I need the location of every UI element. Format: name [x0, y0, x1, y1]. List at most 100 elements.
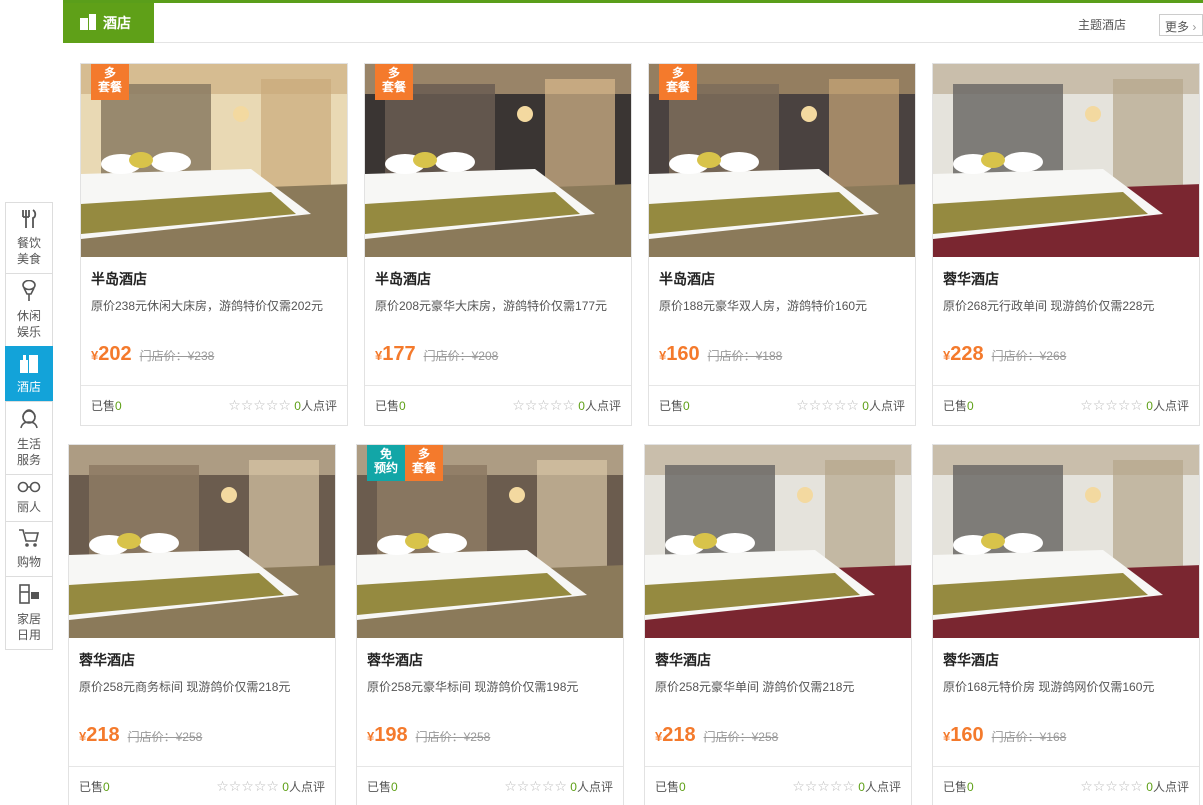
currency-symbol: ¥ [659, 348, 667, 363]
deal-description: 原价208元豪华大床房，游鸽特价仅需177元 [375, 299, 608, 313]
hotel-name[interactable]: 蓉华酒店 [79, 650, 335, 668]
hotel-building-icon [79, 13, 97, 33]
hotel-name[interactable]: 蓉华酒店 [367, 650, 623, 668]
room-photo[interactable] [933, 445, 1199, 638]
hotel-name[interactable]: 蓉华酒店 [655, 650, 911, 668]
sidenav-item-label: 购物 [16, 555, 41, 569]
deal-description: 原价258元商务标间 现游鸽价仅需218元 [79, 680, 291, 694]
deal-price: 218 [86, 724, 120, 746]
deal-price: 228 [950, 343, 984, 365]
deal-badge: 免 预约 [367, 445, 405, 481]
microphone-icon [20, 279, 38, 308]
sold-count: 已售0 [91, 397, 122, 414]
rating-count: 0 [578, 399, 585, 413]
chevron-right-icon: › [1192, 20, 1197, 34]
sidenav-item-6[interactable]: 家居日用 [5, 576, 53, 650]
room-photo[interactable]: 多 套餐 [649, 64, 915, 257]
currency-symbol: ¥ [655, 729, 663, 744]
price-row: ¥ 228 门店价：¥268 [943, 343, 1199, 385]
more-button[interactable]: 更多 › [1159, 14, 1203, 36]
currency-symbol: ¥ [943, 348, 951, 363]
original-price: 门店价：¥268 [991, 349, 1067, 363]
deal-price: 198 [374, 724, 408, 746]
price-row: ¥ 218 门店价：¥258 [655, 724, 911, 766]
hotel-deal-card[interactable]: 多 套餐 半岛酒店 原价188元豪华双人房，游鸽特价160元 ¥ 160 门店价… [648, 63, 916, 426]
price-row: ¥ 202 门店价：¥238 [91, 343, 347, 385]
sidenav-item-3[interactable]: 生活服务 [5, 401, 53, 474]
sold-label: 已售 [943, 399, 968, 413]
card-footer: 已售0 ☆☆☆☆☆ 0人点评 [933, 385, 1199, 425]
hotel-deal-card[interactable]: 蓉华酒店 原价268元行政单间 现游鸽价仅需228元 ¥ 228 门店价：¥26… [932, 63, 1200, 426]
deal-description: 原价168元特价房 现游鸽网价仅需160元 [943, 680, 1155, 694]
rating-count: 0 [1146, 399, 1153, 413]
sold-number: 0 [399, 399, 406, 413]
hotel-name[interactable]: 半岛酒店 [659, 269, 915, 287]
sold-label: 已售 [943, 780, 968, 794]
currency-symbol: ¥ [367, 729, 375, 744]
sold-count: 已售0 [659, 397, 690, 414]
deal-price: 218 [662, 724, 696, 746]
hotel-deal-card[interactable]: 蓉华酒店 原价168元特价房 现游鸽网价仅需160元 ¥ 160 门店价：¥16… [932, 444, 1200, 805]
sold-label: 已售 [79, 780, 104, 794]
hotel-name[interactable]: 蓉华酒店 [943, 269, 1199, 287]
sold-number: 0 [967, 780, 974, 794]
sidenav-item-4[interactable]: 丽人 [5, 474, 53, 521]
rating-suffix: 人点评 [868, 399, 905, 413]
sold-number: 0 [115, 399, 122, 413]
hotel-deal-card[interactable]: 多 套餐 半岛酒店 原价238元休闲大床房，游鸽特价仅需202元 ¥ 202 门… [80, 63, 348, 426]
original-price: 门店价：¥258 [415, 730, 491, 744]
price-row: ¥ 198 门店价：¥258 [367, 724, 623, 766]
room-photo[interactable] [69, 445, 335, 638]
sold-label: 已售 [91, 399, 116, 413]
rating-suffix: 人点评 [1152, 780, 1189, 794]
sidenav-item-2[interactable]: 酒店 [5, 346, 53, 401]
hotel-name[interactable]: 半岛酒店 [375, 269, 631, 287]
card-footer: 已售0 ☆☆☆☆☆ 0人点评 [81, 385, 347, 425]
card-footer: 已售0 ☆☆☆☆☆ 0人点评 [649, 385, 915, 425]
sidenav-item-0[interactable]: 餐饮美食 [5, 202, 53, 273]
original-price: 门店价：¥168 [991, 730, 1067, 744]
rating-count: 0 [862, 399, 869, 413]
sold-label: 已售 [367, 780, 392, 794]
hotel-name[interactable]: 半岛酒店 [91, 269, 347, 287]
sold-number: 0 [683, 399, 690, 413]
hotel-deal-card[interactable]: 蓉华酒店 原价258元商务标间 现游鸽价仅需218元 ¥ 218 门店价：¥25… [68, 444, 336, 805]
hotel-deal-card[interactable]: 多 套餐 半岛酒店 原价208元豪华大床房，游鸽特价仅需177元 ¥ 177 门… [364, 63, 632, 426]
deal-description: 原价268元行政单间 现游鸽价仅需228元 [943, 299, 1155, 313]
price-row: ¥ 160 门店价：¥188 [659, 343, 915, 385]
hotel-deal-card[interactable]: 免 预约多 套餐 蓉华酒店 原价258元豪华标间 现游鸽价仅需198元 ¥ 19… [356, 444, 624, 805]
star-rating-icon: ☆☆☆☆☆ [504, 778, 567, 794]
card-footer: 已售0 ☆☆☆☆☆ 0人点评 [69, 766, 335, 805]
sidenav-item-label: 丽人 [16, 500, 41, 514]
hotel-name[interactable]: 蓉华酒店 [943, 650, 1199, 668]
sidenav-item-5[interactable]: 购物 [5, 521, 53, 576]
category-sidenav: 餐饮美食 休闲娱乐 酒店 生活服务丽人购物家居日用 [5, 202, 53, 650]
room-photo[interactable]: 免 预约多 套餐 [357, 445, 623, 638]
room-photo[interactable]: 多 套餐 [365, 64, 631, 257]
glasses-icon [17, 481, 41, 499]
rating-count: 0 [858, 780, 865, 794]
card-footer: 已售0 ☆☆☆☆☆ 0人点评 [357, 766, 623, 805]
rating-suffix: 人点评 [1152, 399, 1189, 413]
currency-symbol: ¥ [375, 348, 383, 363]
theme-hotel-link[interactable]: 主题酒店 [1078, 16, 1126, 33]
rating-suffix: 人点评 [576, 780, 613, 794]
rating: ☆☆☆☆☆ 0人点评 [512, 397, 621, 414]
deal-description: 原价188元豪华双人房，游鸽特价160元 [659, 299, 868, 313]
sidenav-item-1[interactable]: 休闲娱乐 [5, 273, 53, 346]
sold-count: 已售0 [367, 778, 398, 795]
badge-group: 免 预约多 套餐 [367, 445, 443, 481]
deal-badge: 多 套餐 [91, 64, 129, 100]
rating-suffix: 人点评 [288, 780, 325, 794]
price-row: ¥ 218 门店价：¥258 [79, 724, 335, 766]
room-photo[interactable]: 多 套餐 [81, 64, 347, 257]
hotel-deal-card[interactable]: 蓉华酒店 原价258元豪华单间 游鸽价仅需218元 ¥ 218 门店价：¥258… [644, 444, 912, 805]
hotel-section-tab[interactable]: 酒店 [63, 3, 154, 43]
price-row: ¥ 160 门店价：¥168 [943, 724, 1199, 766]
room-photo[interactable] [933, 64, 1199, 257]
hotel-building-icon [18, 353, 40, 379]
rating-count: 0 [1146, 780, 1153, 794]
badge-group: 多 套餐 [91, 64, 129, 100]
currency-symbol: ¥ [79, 729, 87, 744]
room-photo[interactable] [645, 445, 911, 638]
